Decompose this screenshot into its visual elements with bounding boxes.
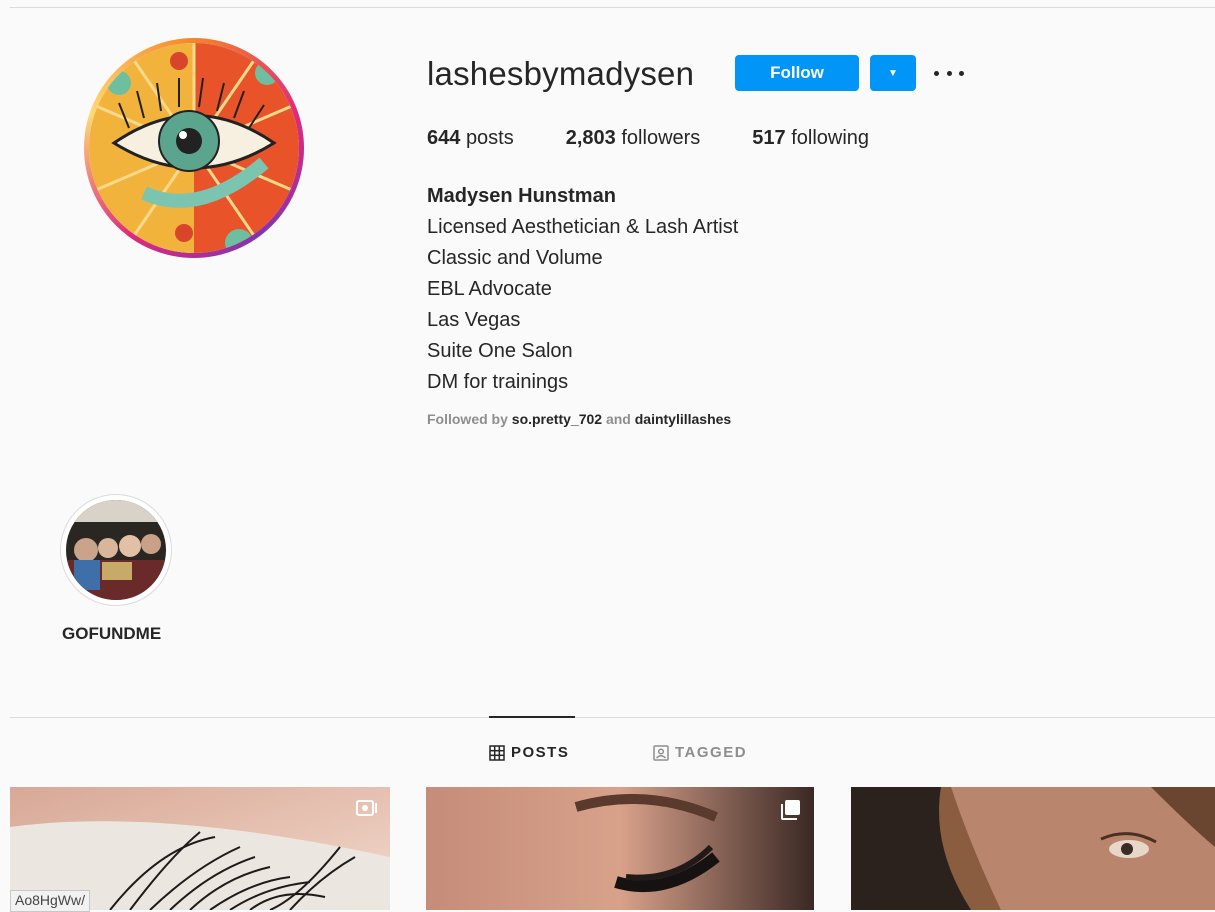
posts-label: posts bbox=[465, 127, 514, 149]
tabs-divider bbox=[10, 717, 1215, 718]
more-dot-icon bbox=[934, 70, 939, 76]
highlight-cover-image bbox=[66, 500, 166, 600]
tab-posts[interactable]: POSTS bbox=[489, 744, 569, 761]
following-count: 517 bbox=[752, 127, 786, 149]
more-dot-icon bbox=[946, 70, 952, 76]
caret-down-icon: ▼ bbox=[888, 67, 898, 79]
profile-full-name: Madysen Hunstman bbox=[427, 185, 616, 207]
posts-stat: 644 posts bbox=[427, 127, 514, 150]
igtv-icon bbox=[356, 799, 378, 817]
post-thumbnail[interactable] bbox=[426, 787, 814, 910]
followed-by: Followed by so.pretty_702 and daintylill… bbox=[427, 411, 731, 427]
post-thumbnail[interactable] bbox=[851, 787, 1215, 910]
tab-posts-label: POSTS bbox=[511, 744, 570, 761]
tab-tagged[interactable]: TAGGED bbox=[653, 744, 747, 761]
tab-tagged-label: TAGGED bbox=[675, 744, 748, 761]
profile-avatar[interactable] bbox=[84, 38, 304, 258]
followers-stat[interactable]: 2,803 followers bbox=[566, 127, 701, 150]
more-dot-icon bbox=[959, 70, 964, 76]
bio-line: Las Vegas bbox=[427, 309, 521, 331]
following-stat[interactable]: 517 following bbox=[752, 127, 869, 150]
bio-line: DM for trainings bbox=[427, 371, 569, 393]
followers-label: followers bbox=[621, 127, 701, 149]
highlight-label[interactable]: GOFUNDME bbox=[62, 624, 161, 644]
active-tab-indicator bbox=[489, 716, 575, 718]
followed-by-account-link[interactable]: daintylillashes bbox=[635, 411, 731, 427]
posts-count: 644 bbox=[427, 127, 461, 149]
tagged-icon bbox=[653, 744, 669, 761]
followed-by-prefix: Followed by bbox=[427, 411, 508, 427]
bio-line: EBL Advocate bbox=[427, 278, 552, 300]
bio-line: Classic and Volume bbox=[427, 247, 603, 269]
status-bar-url: Ao8HgWw/ bbox=[10, 890, 91, 912]
bio-line: Licensed Aesthetician & Lash Artist bbox=[427, 216, 739, 238]
profile-username: lashesbymadysen bbox=[427, 55, 695, 92]
carousel-icon bbox=[780, 799, 802, 821]
followed-by-joiner: and bbox=[605, 411, 631, 427]
story-highlight[interactable] bbox=[60, 494, 172, 606]
followed-by-account-link[interactable]: so.pretty_702 bbox=[512, 411, 602, 427]
bio-line: Suite One Salon bbox=[427, 340, 573, 362]
grid-icon bbox=[489, 744, 505, 761]
more-options-button[interactable] bbox=[932, 60, 966, 86]
following-label: following bbox=[791, 127, 870, 149]
top-divider bbox=[10, 7, 1215, 8]
followers-count: 2,803 bbox=[565, 127, 616, 149]
profile-stats: 644 posts 2,803 followers 517 following bbox=[427, 127, 921, 150]
suggested-dropdown-button[interactable]: ▼ bbox=[870, 55, 916, 91]
profile-bio: Madysen Hunstman Licensed Aesthetician &… bbox=[427, 181, 738, 398]
profile-avatar-image bbox=[89, 43, 299, 253]
follow-button[interactable]: Follow bbox=[735, 55, 859, 91]
